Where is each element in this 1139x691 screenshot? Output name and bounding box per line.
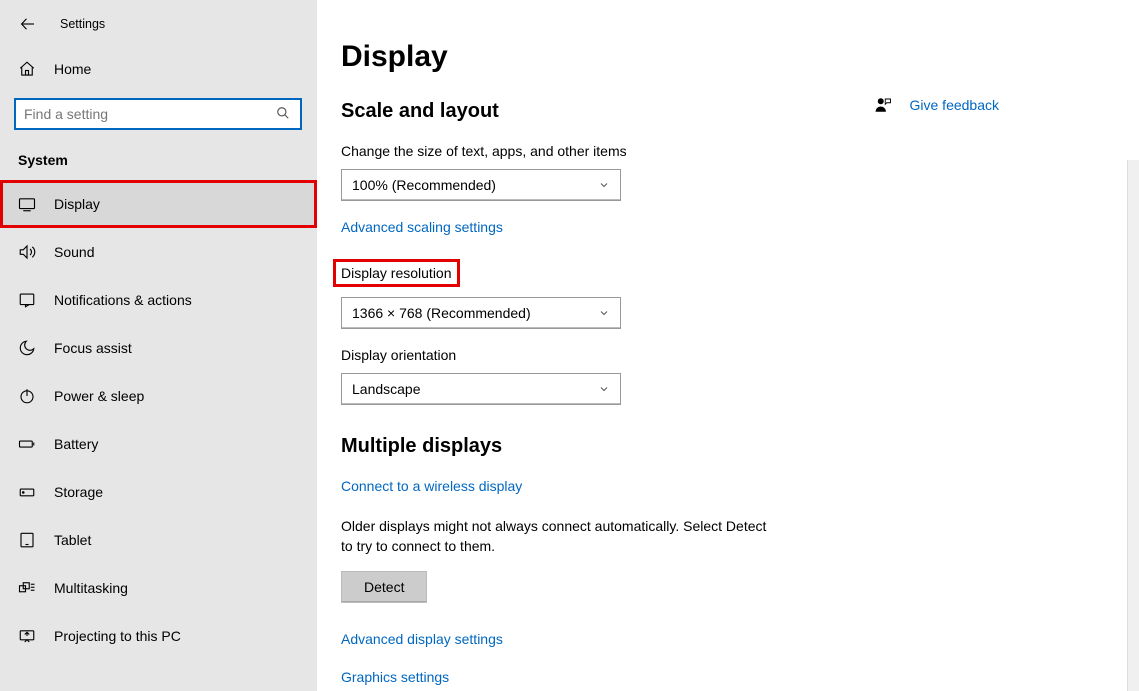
detect-button[interactable]: Detect xyxy=(341,571,427,603)
back-button[interactable] xyxy=(18,14,38,34)
give-feedback[interactable]: Give feedback xyxy=(874,96,1000,114)
orientation-value: Landscape xyxy=(352,381,421,397)
nav-tablet[interactable]: Tablet xyxy=(0,516,317,564)
nav-storage[interactable]: Storage xyxy=(0,468,317,516)
section-scale-title: Scale and layout xyxy=(341,100,1139,123)
orientation-combo[interactable]: Landscape xyxy=(341,373,621,405)
home-icon xyxy=(18,60,36,78)
multitasking-icon xyxy=(18,579,36,597)
graphics-settings-link[interactable]: Graphics settings xyxy=(341,669,449,685)
tablet-icon xyxy=(18,531,36,549)
scale-value: 100% (Recommended) xyxy=(352,177,496,193)
nav-power[interactable]: Power & sleep xyxy=(0,372,317,420)
sidebar: Settings Home System Display xyxy=(0,0,317,691)
section-multi-title: Multiple displays xyxy=(341,435,1139,458)
notification-icon xyxy=(18,291,36,309)
nav-label: Sound xyxy=(54,244,94,260)
nav-projecting[interactable]: Projecting to this PC xyxy=(0,612,317,660)
nav-notifications[interactable]: Notifications & actions xyxy=(0,276,317,324)
nav-home[interactable]: Home xyxy=(0,48,317,90)
resolution-label: Display resolution xyxy=(333,259,460,287)
detect-helper-text: Older displays might not always connect … xyxy=(341,516,781,557)
nav-label: Display xyxy=(54,196,100,212)
resolution-combo[interactable]: 1366 × 768 (Recommended) xyxy=(341,297,621,329)
nav-focus-assist[interactable]: Focus assist xyxy=(0,324,317,372)
chevron-down-icon xyxy=(598,179,610,191)
nav-home-label: Home xyxy=(54,61,91,77)
resolution-value: 1366 × 768 (Recommended) xyxy=(352,305,531,321)
page-title: Display xyxy=(341,40,1139,74)
nav-label: Focus assist xyxy=(54,340,132,356)
advanced-scaling-link[interactable]: Advanced scaling settings xyxy=(341,219,503,235)
nav-display[interactable]: Display xyxy=(0,180,317,228)
monitor-icon xyxy=(18,195,36,213)
nav-sound[interactable]: Sound xyxy=(0,228,317,276)
power-icon xyxy=(18,387,36,405)
chevron-down-icon xyxy=(598,307,610,319)
scale-label: Change the size of text, apps, and other… xyxy=(341,143,627,159)
feedback-icon xyxy=(874,96,892,114)
window-title: Settings xyxy=(60,17,105,31)
battery-icon xyxy=(18,435,36,453)
search-icon xyxy=(276,106,292,122)
nav-label: Tablet xyxy=(54,532,91,548)
moon-icon xyxy=(18,339,36,357)
main-content: Give feedback Display Scale and layout C… xyxy=(317,0,1139,691)
sound-icon xyxy=(18,243,36,261)
nav-label: Battery xyxy=(54,436,98,452)
orientation-label: Display orientation xyxy=(341,347,456,363)
sidebar-group-label: System xyxy=(0,138,317,180)
nav-label: Storage xyxy=(54,484,103,500)
nav-multitasking[interactable]: Multitasking xyxy=(0,564,317,612)
scale-combo[interactable]: 100% (Recommended) xyxy=(341,169,621,201)
feedback-link[interactable]: Give feedback xyxy=(910,97,1000,113)
projecting-icon xyxy=(18,627,36,645)
nav-battery[interactable]: Battery xyxy=(0,420,317,468)
nav-label: Power & sleep xyxy=(54,388,144,404)
scrollbar[interactable] xyxy=(1127,160,1139,691)
nav-label: Notifications & actions xyxy=(54,292,192,308)
wireless-display-link[interactable]: Connect to a wireless display xyxy=(341,478,522,494)
advanced-display-link[interactable]: Advanced display settings xyxy=(341,631,503,647)
nav-label: Projecting to this PC xyxy=(54,628,181,644)
search-input-wrap[interactable] xyxy=(14,98,302,130)
storage-icon xyxy=(18,483,36,501)
nav-label: Multitasking xyxy=(54,580,128,596)
search-input[interactable] xyxy=(24,106,276,122)
chevron-down-icon xyxy=(598,383,610,395)
